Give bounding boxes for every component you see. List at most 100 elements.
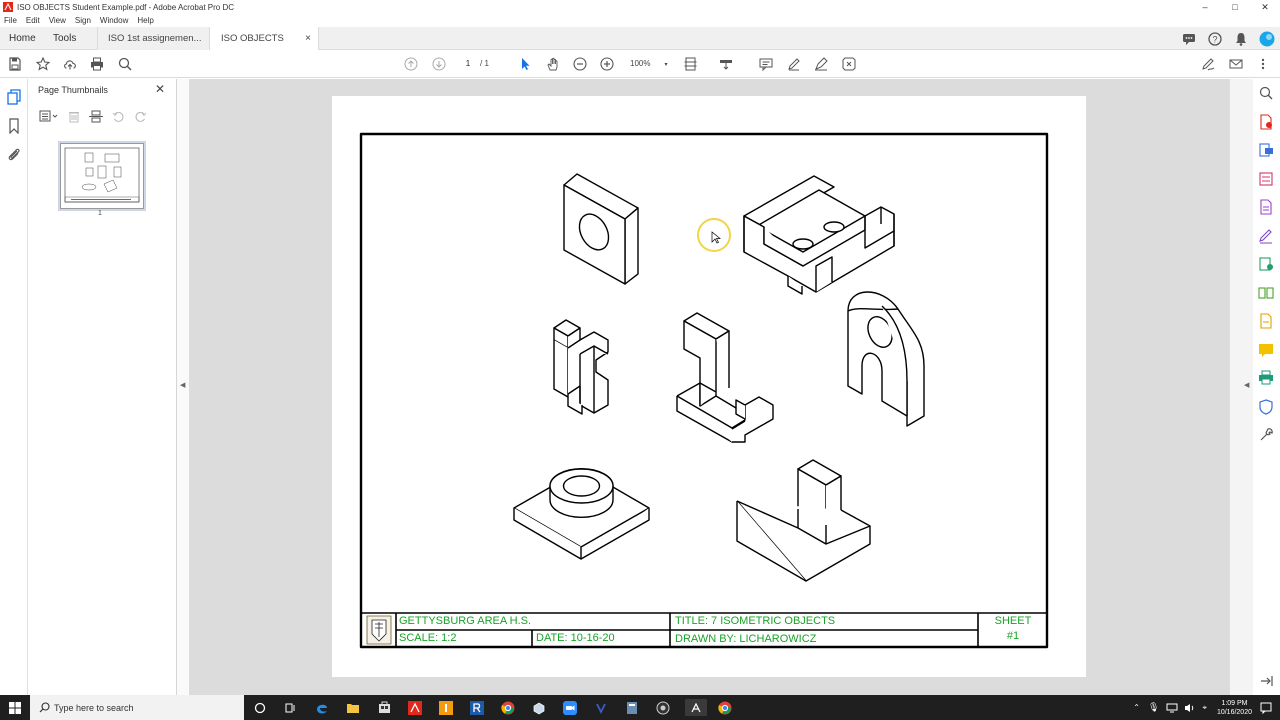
sign-edit-icon[interactable]: [1200, 56, 1216, 72]
thumbnail-preview: [64, 147, 140, 203]
more-tools-wrench-icon[interactable]: [1258, 427, 1274, 443]
close-panel-icon[interactable]: ✕: [155, 82, 165, 96]
volume-icon[interactable]: [1184, 703, 1196, 713]
highlight-pen-icon[interactable]: [786, 56, 802, 72]
add-comment-icon[interactable]: [758, 56, 774, 72]
expand-right-arrow-icon[interactable]: ◀: [1244, 381, 1249, 389]
rotate-clockwise-icon[interactable]: [132, 109, 148, 123]
tab-document-iso-objects[interactable]: ISO OBJECTS Stude... ×: [209, 27, 319, 67]
protect-shield-icon[interactable]: [1258, 399, 1274, 415]
illustrator-taskbar-icon[interactable]: [437, 699, 455, 716]
save-icon[interactable]: [7, 56, 23, 72]
zoom-out-icon[interactable]: [572, 56, 588, 72]
send-for-signature-icon[interactable]: [1258, 256, 1274, 272]
taskbar-search-box[interactable]: Type here to search: [30, 695, 244, 720]
close-window-button[interactable]: ✕: [1250, 0, 1280, 14]
attachments-paperclip-icon[interactable]: [6, 146, 22, 162]
combine-files-icon[interactable]: [1258, 285, 1274, 301]
vscode-taskbar-icon[interactable]: [592, 699, 610, 716]
print-production-icon[interactable]: [1258, 370, 1274, 386]
menu-help[interactable]: Help: [137, 16, 153, 25]
zoom-in-icon[interactable]: [599, 56, 615, 72]
notification-center-icon[interactable]: [1260, 702, 1272, 714]
delete-page-icon[interactable]: [66, 109, 82, 123]
rotate-counterclockwise-icon[interactable]: [110, 109, 126, 123]
microphone-icon[interactable]: 🎙: [1148, 702, 1159, 713]
previous-page-icon[interactable]: [403, 56, 419, 72]
titleblock-sheet-label: SHEET: [994, 615, 1032, 627]
menu-view[interactable]: View: [49, 16, 66, 25]
organize-pages-icon[interactable]: [1258, 199, 1274, 215]
bookmarks-icon[interactable]: [6, 118, 22, 135]
tab-tools[interactable]: Tools: [53, 27, 76, 50]
zoom-level-select[interactable]: 100% ▾: [630, 57, 670, 71]
taskbar-search-placeholder: Type here to search: [54, 702, 134, 713]
print-icon[interactable]: [89, 56, 105, 72]
document-canvas[interactable]: GETTYSBURG AREA H.S. TITLE: 7 ISOMETRIC …: [189, 79, 1229, 695]
upload-cloud-icon[interactable]: [62, 56, 78, 72]
collapse-left-arrow-icon[interactable]: ◀: [180, 381, 185, 389]
menu-window[interactable]: Window: [100, 16, 128, 25]
edit-pdf-icon[interactable]: [1258, 171, 1274, 187]
edge-browser-icon[interactable]: [313, 699, 331, 716]
main-toolbar: 1 / 1 100% ▾: [0, 50, 1280, 78]
search-icon[interactable]: [117, 56, 133, 72]
taskbar-clock[interactable]: 1:09 PM 10/16/2020: [1217, 699, 1252, 717]
minimize-button[interactable]: –: [1190, 0, 1220, 14]
tray-expand-chevron-icon[interactable]: ⌃: [1133, 703, 1140, 712]
fill-and-sign-icon[interactable]: [1258, 228, 1274, 244]
chrome-second-window-icon[interactable]: [716, 699, 734, 716]
zoom-taskbar-icon[interactable]: [561, 699, 579, 716]
user-avatar[interactable]: [1254, 27, 1280, 50]
page-thumbnails-icon[interactable]: [6, 89, 22, 105]
select-arrow-icon[interactable]: [517, 56, 533, 72]
calculator-taskbar-icon[interactable]: [623, 699, 641, 716]
tab-document-iso-1st[interactable]: ISO 1st assignemen...: [97, 27, 209, 50]
create-pdf-icon[interactable]: [1258, 114, 1274, 130]
menu-edit[interactable]: Edit: [26, 16, 40, 25]
store-icon[interactable]: [375, 699, 393, 716]
acrobat-taskbar-icon[interactable]: [406, 699, 424, 716]
obs-recorder-taskbar-icon[interactable]: [654, 699, 672, 716]
next-page-icon[interactable]: [431, 56, 447, 72]
input-language-icon[interactable]: ⌖: [1202, 703, 1207, 713]
maximize-button[interactable]: □: [1220, 0, 1250, 14]
scroll-mode-icon[interactable]: [718, 56, 734, 72]
menu-file[interactable]: File: [4, 16, 17, 25]
collapse-tools-pane-icon[interactable]: [1258, 673, 1274, 689]
tab-home[interactable]: Home: [9, 27, 36, 50]
task-view-icon[interactable]: [281, 699, 299, 716]
insert-page-icon[interactable]: [88, 109, 104, 123]
acrobat-active-window-icon[interactable]: [685, 699, 707, 716]
chrome-taskbar-icon[interactable]: [499, 699, 517, 716]
stamp-icon[interactable]: [841, 56, 857, 72]
revit-taskbar-icon[interactable]: [468, 699, 486, 716]
zoom-search-icon[interactable]: [1258, 85, 1274, 101]
export-pdf-icon[interactable]: [1258, 142, 1274, 158]
right-panel-splitter[interactable]: ◀: [1229, 79, 1253, 695]
scan-ocr-icon[interactable]: [1258, 313, 1274, 329]
page-thumbnail-1[interactable]: [60, 143, 144, 209]
windows-start-button[interactable]: [0, 695, 30, 720]
thumbnail-options-icon[interactable]: [38, 109, 60, 123]
more-options-icon[interactable]: [1255, 56, 1271, 72]
file-explorer-icon[interactable]: [344, 699, 362, 716]
network-icon[interactable]: [1166, 703, 1178, 713]
right-tools-rail: [1253, 79, 1280, 695]
close-tab-icon[interactable]: ×: [305, 27, 311, 50]
menu-sign[interactable]: Sign: [75, 16, 91, 25]
fill-sign-icon[interactable]: [813, 56, 829, 72]
comment-tool-icon[interactable]: [1258, 342, 1274, 358]
help-icon[interactable]: ?: [1202, 27, 1228, 50]
tab-bar: Home Tools ISO 1st assignemen... ISO OBJ…: [0, 27, 1280, 67]
notifications-bell-icon[interactable]: [1228, 27, 1254, 50]
hand-tool-icon[interactable]: [545, 56, 561, 72]
left-panel-splitter[interactable]: ◀: [177, 79, 189, 695]
page-display-icon[interactable]: [683, 56, 699, 72]
cortana-icon[interactable]: [251, 699, 269, 716]
page-number-input[interactable]: 1: [459, 57, 477, 71]
comments-icon[interactable]: [1176, 27, 1202, 50]
bookmark-star-icon[interactable]: [35, 56, 51, 72]
sketchup-taskbar-icon[interactable]: [530, 699, 548, 716]
email-icon[interactable]: [1228, 56, 1244, 72]
